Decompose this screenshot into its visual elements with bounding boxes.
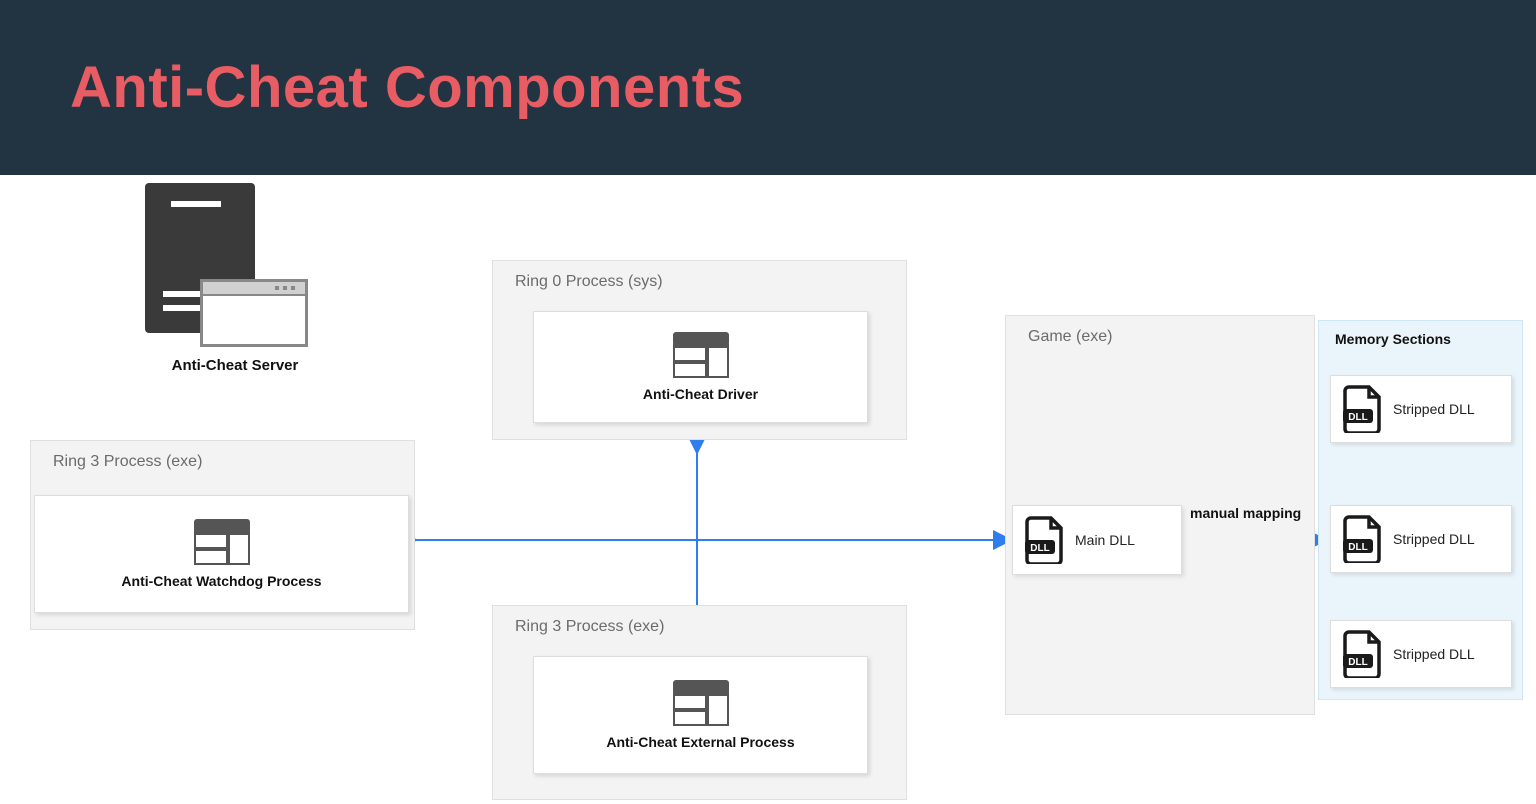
ring0-title: Ring 0 Process (sys)	[493, 261, 906, 305]
main-dll-label: Main DLL	[1075, 532, 1135, 548]
stripped-dll-1-label: Stripped DLL	[1393, 531, 1475, 547]
app-window-icon	[673, 332, 729, 378]
watchdog-node: Anti-Cheat Watchdog Process	[34, 495, 409, 613]
app-window-icon	[194, 519, 250, 565]
svg-text:DLL: DLL	[1348, 657, 1367, 668]
app-window-icon	[673, 680, 729, 726]
svg-text:DLL: DLL	[1348, 542, 1367, 553]
dll-file-icon: DLL	[1023, 516, 1065, 564]
game-title: Game (exe)	[1006, 316, 1314, 360]
svg-text:DLL: DLL	[1348, 412, 1367, 423]
memory-title: Memory Sections	[1319, 321, 1522, 351]
server-label: Anti-Cheat Server	[135, 357, 335, 374]
stripped-dll-2-label: Stripped DLL	[1393, 646, 1475, 662]
external-label: Anti-Cheat External Process	[606, 734, 794, 750]
slide-title: Anti-Cheat Components	[70, 54, 744, 121]
diagram-canvas: Anti-Cheat Server Ring 0 Process (sys) A…	[0, 175, 1536, 804]
server-icon	[145, 183, 325, 343]
ring3-bottom-group: Ring 3 Process (exe) Anti-Cheat External…	[492, 605, 907, 800]
stripped-dll-0-label: Stripped DLL	[1393, 401, 1475, 417]
external-node: Anti-Cheat External Process	[533, 656, 868, 774]
dll-file-icon: DLL	[1341, 515, 1383, 563]
ring3-left-title: Ring 3 Process (exe)	[31, 441, 414, 485]
dll-file-icon: DLL	[1341, 385, 1383, 433]
slide-header: Anti-Cheat Components	[0, 0, 1536, 175]
stripped-dll-1: DLL Stripped DLL	[1330, 505, 1512, 573]
svg-text:DLL: DLL	[1030, 543, 1049, 554]
ring3-bottom-title: Ring 3 Process (exe)	[493, 606, 906, 650]
ring0-group: Ring 0 Process (sys) Anti-Cheat Driver	[492, 260, 907, 440]
ring0-node-label: Anti-Cheat Driver	[643, 386, 758, 402]
ring0-node: Anti-Cheat Driver	[533, 311, 868, 423]
dll-file-icon: DLL	[1341, 630, 1383, 678]
stripped-dll-0: DLL Stripped DLL	[1330, 375, 1512, 443]
watchdog-label: Anti-Cheat Watchdog Process	[121, 573, 321, 589]
main-dll-node: DLL Main DLL	[1012, 505, 1182, 575]
stripped-dll-2: DLL Stripped DLL	[1330, 620, 1512, 688]
manual-mapping-label: manual mapping	[1190, 505, 1301, 521]
